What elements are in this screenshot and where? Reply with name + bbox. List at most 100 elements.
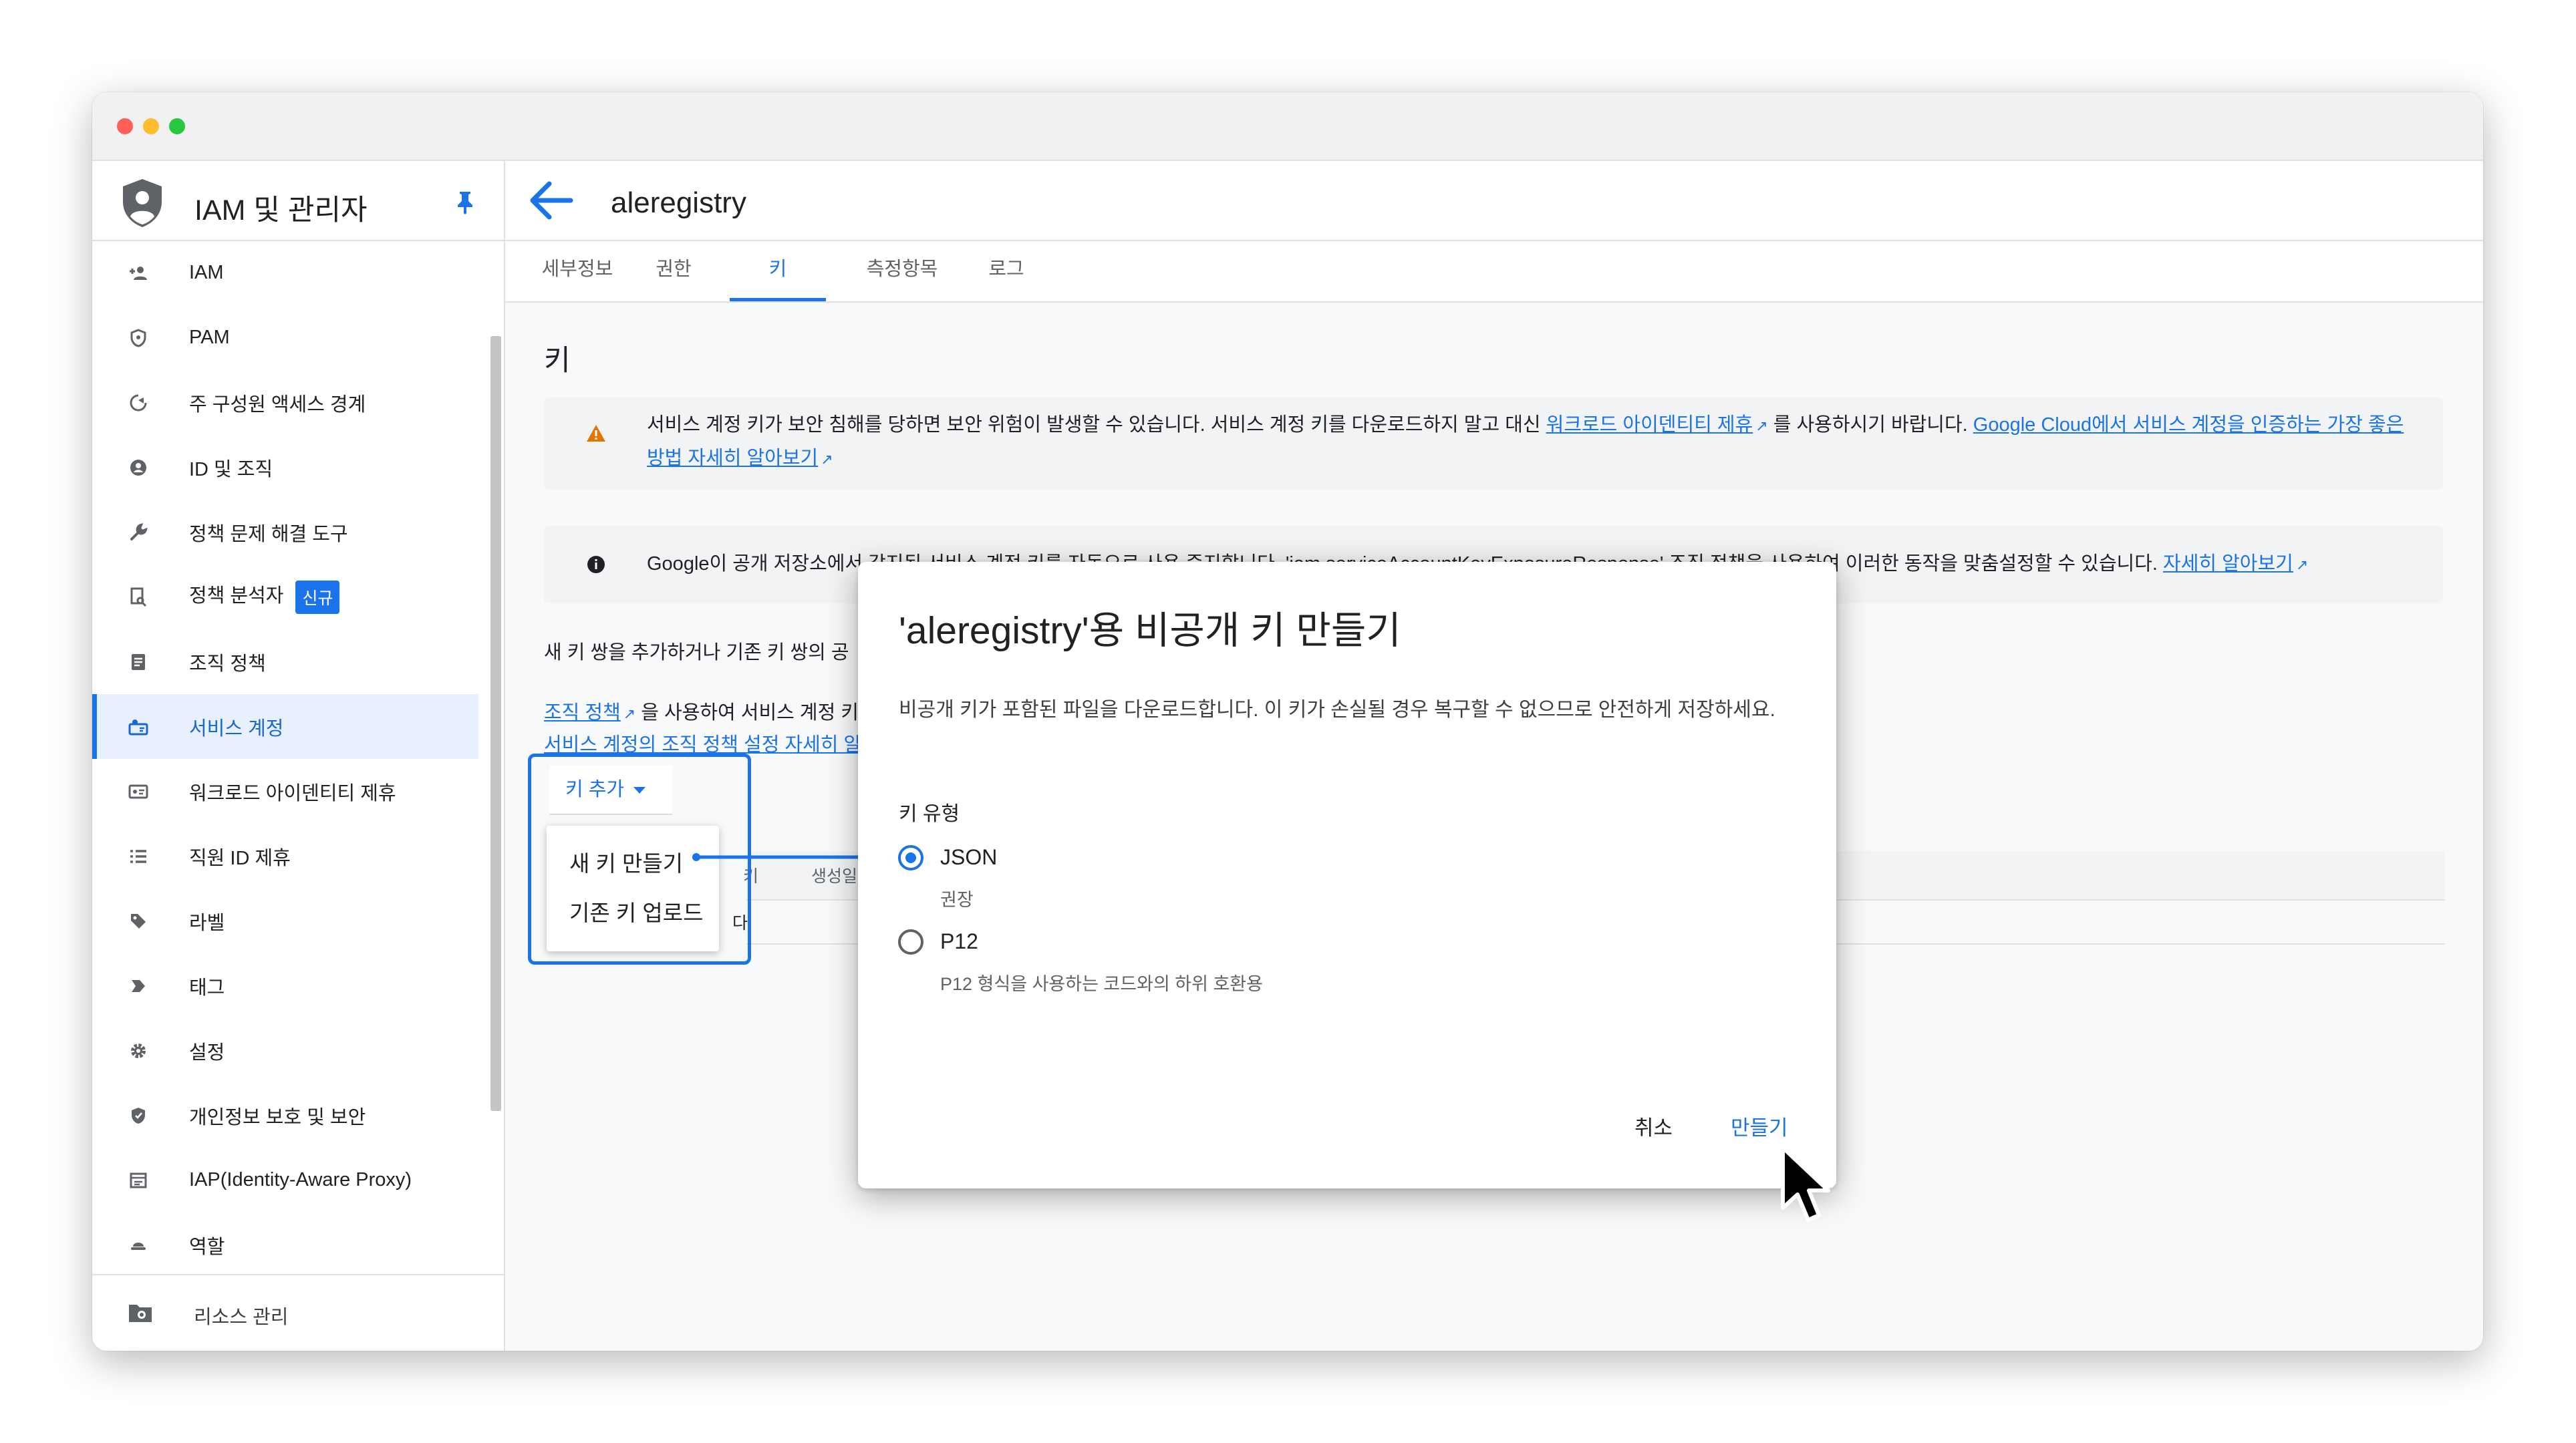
dialog-title: 'aleregistry'용 비공개 키 만들기 — [899, 609, 1401, 652]
new-badge: 신규 — [295, 580, 340, 614]
info-icon — [587, 556, 605, 573]
sidebar-scrollbar[interactable] — [490, 336, 501, 1111]
external-link-icon: ↗ — [1755, 418, 1768, 434]
sidebar-item-roles[interactable]: 역할 — [92, 1213, 478, 1277]
sidebar-item-label: PAM — [189, 327, 230, 348]
minimize-window-button[interactable] — [143, 118, 159, 134]
proxy-icon — [127, 1169, 150, 1192]
tab-permissions[interactable]: 권한 — [643, 241, 704, 301]
sidebar-nav: IAM PAM 주 구성원 액세스 경계 ID 및 조직 정책 문제 해결 도구… — [92, 240, 478, 1277]
security-warning-banner: 서비스 계정 키가 보안 침해를 당하면 보안 위험이 발생할 수 있습니다. … — [544, 397, 2443, 490]
create-button[interactable]: 만들기 — [1731, 1111, 1788, 1141]
sidebar-item-pam[interactable]: PAM — [92, 305, 478, 370]
sidebar-footer[interactable]: 리소스 관리 — [92, 1274, 504, 1351]
sidebar-item-identity-org[interactable]: ID 및 조직 — [92, 435, 478, 500]
sidebar-item-iap[interactable]: IAP(Identity-Aware Proxy) — [92, 1148, 478, 1213]
resource-management-label: 리소스 관리 — [194, 1307, 289, 1328]
sidebar-item-service-accounts[interactable]: 서비스 계정 — [92, 694, 478, 759]
sidebar-item-iam[interactable]: IAM — [92, 240, 478, 305]
sidebar-item-label: 역할 — [189, 1236, 225, 1258]
sidebar-item-labels[interactable]: 라벨 — [92, 889, 478, 953]
sidebar-item-workforce-identity[interactable]: 직원 ID 제휴 — [92, 824, 478, 889]
shield-icon — [127, 327, 150, 349]
list-document-icon — [127, 651, 150, 673]
add-key-pair-text: 새 키 쌍을 추가하거나 기존 키 쌍의 공 — [544, 642, 849, 663]
wrench-icon — [127, 521, 150, 544]
gear-icon — [127, 1039, 150, 1062]
p12-description: P12 형식을 사용하는 코드와의 하위 호환용 — [940, 974, 1263, 994]
pin-icon[interactable] — [456, 190, 474, 214]
id-card-icon — [127, 780, 150, 803]
key-type-label: 키 유형 — [899, 803, 960, 825]
warning-icon — [587, 425, 605, 442]
org-policy-learn-line: 서비스 계정의 조직 정책 설정 자세히 알 — [544, 729, 861, 757]
org-policy-line: 조직 정책 ↗ 을 사용하여 서비스 계정 키 — [544, 697, 859, 725]
title-bar — [92, 92, 2483, 161]
tab-bar: 세부정보 권한 키 측정항목 로그 — [505, 241, 2483, 303]
p12-label[interactable]: P12 — [940, 929, 978, 954]
list-icon — [127, 845, 150, 868]
tab-keys[interactable]: 키 — [730, 241, 826, 301]
sidebar-item-label: 태그 — [189, 977, 225, 999]
sidebar-item-label: 서비스 계정 — [189, 717, 284, 740]
label-icon — [127, 910, 150, 933]
sidebar-title: IAM 및 관리자 — [194, 194, 368, 226]
sidebar: IAM 및 관리자 IAM PAM 주 구성원 액세스 경계 ID 및 조직 정… — [92, 161, 505, 1351]
tab-details[interactable]: 세부정보 — [539, 241, 616, 301]
sidebar-item-label: 정책 문제 해결 도구 — [189, 523, 348, 545]
service-account-icon — [127, 715, 150, 738]
sidebar-item-label: IAP(Identity-Aware Proxy) — [189, 1169, 412, 1190]
mouse-cursor-icon — [1781, 1146, 1830, 1222]
external-link-icon: ↗ — [821, 451, 833, 468]
workload-identity-link[interactable]: 워크로드 아이덴티티 제휴 — [1546, 414, 1753, 436]
sidebar-item-label: 직원 ID 제휴 — [189, 847, 291, 869]
tab-metrics[interactable]: 측정항목 — [857, 241, 948, 301]
sidebar-item-policy-troubleshooter[interactable]: 정책 문제 해결 도구 — [92, 500, 478, 565]
sidebar-item-label: 개인정보 보호 및 보안 — [189, 1106, 366, 1128]
close-window-button[interactable] — [117, 118, 133, 134]
person-add-icon — [127, 262, 150, 285]
sidebar-item-label: 워크로드 아이덴티티 제휴 — [189, 782, 396, 804]
org-policy-learn-link[interactable]: 서비스 계정의 조직 정책 설정 자세히 알 — [544, 734, 861, 756]
sidebar-item-label: 정책 분석자 신규 — [189, 580, 340, 614]
json-label[interactable]: JSON — [940, 845, 997, 870]
p12-radio[interactable] — [898, 929, 923, 955]
external-link-icon: ↗ — [623, 705, 636, 722]
cancel-button[interactable]: 취소 — [1634, 1111, 1673, 1141]
boundary-icon — [127, 391, 150, 414]
tab-logs[interactable]: 로그 — [980, 241, 1033, 301]
sidebar-item-label: IAM — [189, 262, 224, 283]
warning-text: 서비스 계정 키가 보안 침해를 당하면 보안 위험이 발생할 수 있습니다. … — [647, 409, 2412, 476]
sidebar-item-policy-analyzer[interactable]: 정책 분석자 신규 — [92, 565, 478, 629]
sidebar-item-label: 주 구성원 액세스 경계 — [189, 393, 366, 416]
role-hat-icon — [127, 1234, 150, 1257]
sidebar-item-tags[interactable]: 태그 — [92, 953, 478, 1018]
sidebar-item-label: 라벨 — [189, 912, 225, 934]
maximize-window-button[interactable] — [169, 118, 185, 134]
account-circle-icon — [127, 456, 150, 479]
json-radio[interactable] — [898, 845, 923, 870]
create-key-dialog: 'aleregistry'용 비공개 키 만들기 비공개 키가 포함된 파일을 … — [858, 562, 1836, 1188]
page-title: aleregistry — [611, 186, 746, 219]
sidebar-item-org-policy[interactable]: 조직 정책 — [92, 629, 478, 694]
sidebar-item-workload-identity[interactable]: 워크로드 아이덴티티 제휴 — [92, 759, 478, 824]
document-search-icon — [127, 586, 150, 609]
sidebar-item-settings[interactable]: 설정 — [92, 1018, 478, 1083]
warning-text-part: 서비스 계정 키가 보안 침해를 당하면 보안 위험이 발생할 수 있습니다. … — [647, 414, 1546, 436]
tag-icon — [127, 975, 150, 997]
learn-more-link[interactable]: 자세히 알아보기 — [2163, 553, 2293, 575]
table-header-created: 생성일 — [811, 867, 858, 886]
org-policy-text: 을 사용하여 서비스 계정 키 — [635, 702, 859, 724]
folder-gear-icon — [129, 1305, 152, 1322]
sidebar-item-principal-access-boundary[interactable]: 주 구성원 액세스 경계 — [92, 370, 478, 435]
privacy-shield-icon — [127, 1104, 150, 1127]
org-policy-link[interactable]: 조직 정책 — [544, 702, 621, 724]
back-arrow-icon[interactable] — [527, 178, 575, 222]
highlight-box — [528, 754, 751, 965]
sidebar-item-text: 정책 분석자 — [189, 585, 284, 607]
sidebar-item-privacy-security[interactable]: 개인정보 보호 및 보안 — [92, 1083, 478, 1148]
warning-text-part: 를 사용하시기 바랍니다. — [1767, 414, 1973, 436]
json-recommended-text: 권장 — [940, 890, 974, 910]
main-header: aleregistry — [505, 161, 2483, 241]
section-title: 키 — [544, 345, 571, 377]
